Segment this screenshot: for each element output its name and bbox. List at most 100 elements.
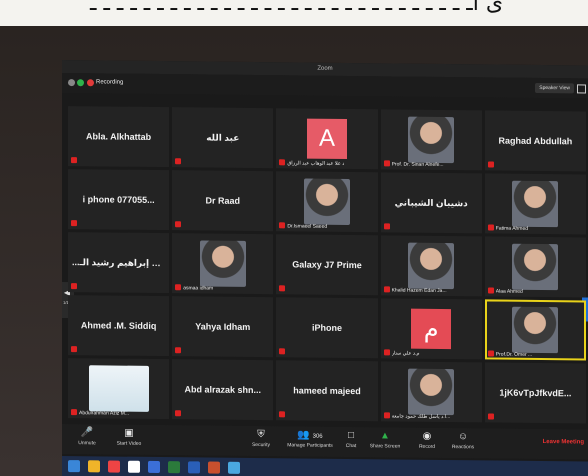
mic-muted-icon [279,159,286,166]
mic-muted-icon [175,410,182,417]
participant-caption: Prof. Dr. Sinan Alnefe... [391,161,444,168]
mic-muted-icon [487,161,494,168]
participant-tile[interactable]: iPhone [276,297,378,359]
folder-icon[interactable] [88,460,100,473]
share-screen-label: Share Screen [369,443,401,450]
os-taskbar [62,456,588,476]
participant-video [199,240,246,287]
participant-caption: Fatima Ahmed [495,225,529,232]
participant-tile[interactable]: دشيبان الشيباني [380,172,482,234]
mic-muted-icon [383,223,390,230]
unmute-label: Unmute [78,440,96,447]
participant-caption: Abdulrahman Aziz M... [79,410,130,417]
info-icon[interactable] [68,79,75,87]
word-icon[interactable] [188,461,200,474]
participant-tile[interactable]: Dr Raad [172,170,274,232]
recording-label: Recording [96,79,124,86]
participant-caption: Dr.Ismaeel Saeed [287,223,328,230]
avatar-letter: A [306,118,347,159]
participant-tile[interactable]: 1jK6vTpJfkvdE... [484,362,586,424]
manage-participants-label: Manage Participants [287,442,333,449]
mic-muted-icon [383,286,390,293]
participant-name: Yahya Idham [195,321,251,332]
university-logo-image [88,365,149,412]
participant-tile[interactable]: Galaxy J7 Prime [276,234,378,296]
mic-muted-icon [175,158,182,165]
media-icon[interactable] [228,461,240,474]
powerpoint-icon[interactable] [208,461,220,474]
video-off-icon: ▣ [124,427,134,439]
participant-name: ...طه إبراهيم رشيد الـ [72,256,166,268]
mic-muted-icon [71,220,77,227]
meeting-controls: 🎤 Unmute ▣ Start Video ⛨ Security 👥 306 … [62,424,588,460]
participant-tile[interactable]: أ.د ياسل طلك حمود جامعة... [380,361,482,423]
participant-tile[interactable]: Prof.Dr. Omer ... [484,299,586,361]
participant-name: Abd alrazak shn... [184,384,262,396]
unmute-button[interactable]: 🎤 Unmute [64,426,110,446]
participant-name: Abla. Alkhattab [86,131,152,142]
mic-muted-icon [175,221,182,228]
participant-video [408,116,455,164]
participant-tile[interactable]: i phone 077055... [68,169,170,231]
mic-muted-icon [383,349,390,356]
participant-tile[interactable]: Abdulrahman Aziz M... [68,358,170,420]
chat-label: Chat [345,442,357,450]
fullscreen-icon[interactable] [577,84,586,94]
zoom-app-icon[interactable] [148,460,160,474]
mic-muted-icon [279,411,286,418]
participant-name: عبد الله [206,132,240,143]
participant-tile[interactable]: asmaa idham [172,233,274,295]
participant-tile[interactable]: Dr.Ismaeel Saeed [276,171,378,233]
participant-caption: د علا عبد الوهاب عبد الرزاق [287,160,345,167]
participant-caption: Prof.Dr. Omer ... [495,351,533,358]
participant-tile[interactable]: Prof. Dr. Sinan Alnefe... [380,109,482,171]
participant-caption: asmaa idham [183,285,214,292]
shield-icon: ⛨ [257,429,265,441]
participant-tile[interactable]: ...طه إبراهيم رشيد الـ [68,232,170,294]
participant-video [408,368,455,416]
start-video-button[interactable]: ▣ Start Video [106,426,152,447]
avatar-letter: م [411,308,452,350]
participant-caption: Khalid Hazem Edan Ja... [391,287,447,295]
share-screen-button[interactable]: ▲ Share Screen [362,429,408,449]
participant-tile[interactable]: م م.د علي ستار [380,298,482,360]
participant-name: Galaxy J7 Prime [292,259,362,271]
participant-tile[interactable]: Ahmed .M. Siddiq [68,295,170,357]
participant-tile[interactable]: Alaa Ahmed [484,236,586,298]
mic-muted-icon [487,413,494,420]
participant-tile[interactable]: Aد علا عبد الوهاب عبد الرزاق [276,108,378,170]
browser-icon[interactable] [108,460,120,473]
participant-tile[interactable]: Raghad Abdullah [484,110,586,172]
participant-tile[interactable]: hameed majeed [276,360,378,422]
participant-caption: أ.د ياسل طلك حمود جامعة... [391,413,451,421]
reactions-button[interactable]: ☺ Reactions [440,430,486,450]
participant-name: Ahmed .M. Siddiq [80,320,157,331]
app-icon[interactable] [128,460,140,473]
participant-tile[interactable]: عبد الله [172,107,274,169]
excel-icon[interactable] [168,461,180,474]
participant-grid: Abla. Alkhattab عبد الله A د علا عبد الوهاب… [68,106,586,424]
participant-video [512,306,559,354]
security-button[interactable]: ⛨ Security [238,428,284,448]
recording-dot-icon [87,79,94,87]
leave-meeting-button[interactable]: Leave Meeting [543,439,584,445]
participant-name: Raghad Abdullah [498,135,573,147]
smiley-icon: ☺ [457,431,469,443]
windows-start-icon[interactable] [68,460,80,473]
participant-tile[interactable]: Khalid Hazem Edan Ja... [380,235,482,297]
speaker-view-button[interactable]: Speaker View [535,82,574,94]
participant-tile[interactable]: Abd alrazak shn... [172,359,274,421]
participant-tile[interactable]: Yahya Idham [172,296,274,358]
participant-video [408,242,455,290]
participant-name: Dr Raad [205,195,241,206]
mic-muted-icon [487,287,494,294]
encryption-shield-icon[interactable] [77,79,84,87]
participant-name: iPhone [311,322,342,333]
photo-caption: ى اـ ـ ـ ـ ـ ـ ـ ـ ـ ـ ـ ـ ـ ـ ـ ـ ـ ـ ـ… [90,0,504,16]
laptop-bezel: Zoom Recording Speaker View ◀ 1/12 Abla.… [0,26,588,476]
participant-tile[interactable]: Fatima Ahmed [484,173,586,235]
participant-video [512,243,559,291]
participant-tile[interactable]: Abla. Alkhattab [68,106,170,168]
participant-video [512,180,559,228]
participant-name: i phone 077055... [82,194,155,205]
